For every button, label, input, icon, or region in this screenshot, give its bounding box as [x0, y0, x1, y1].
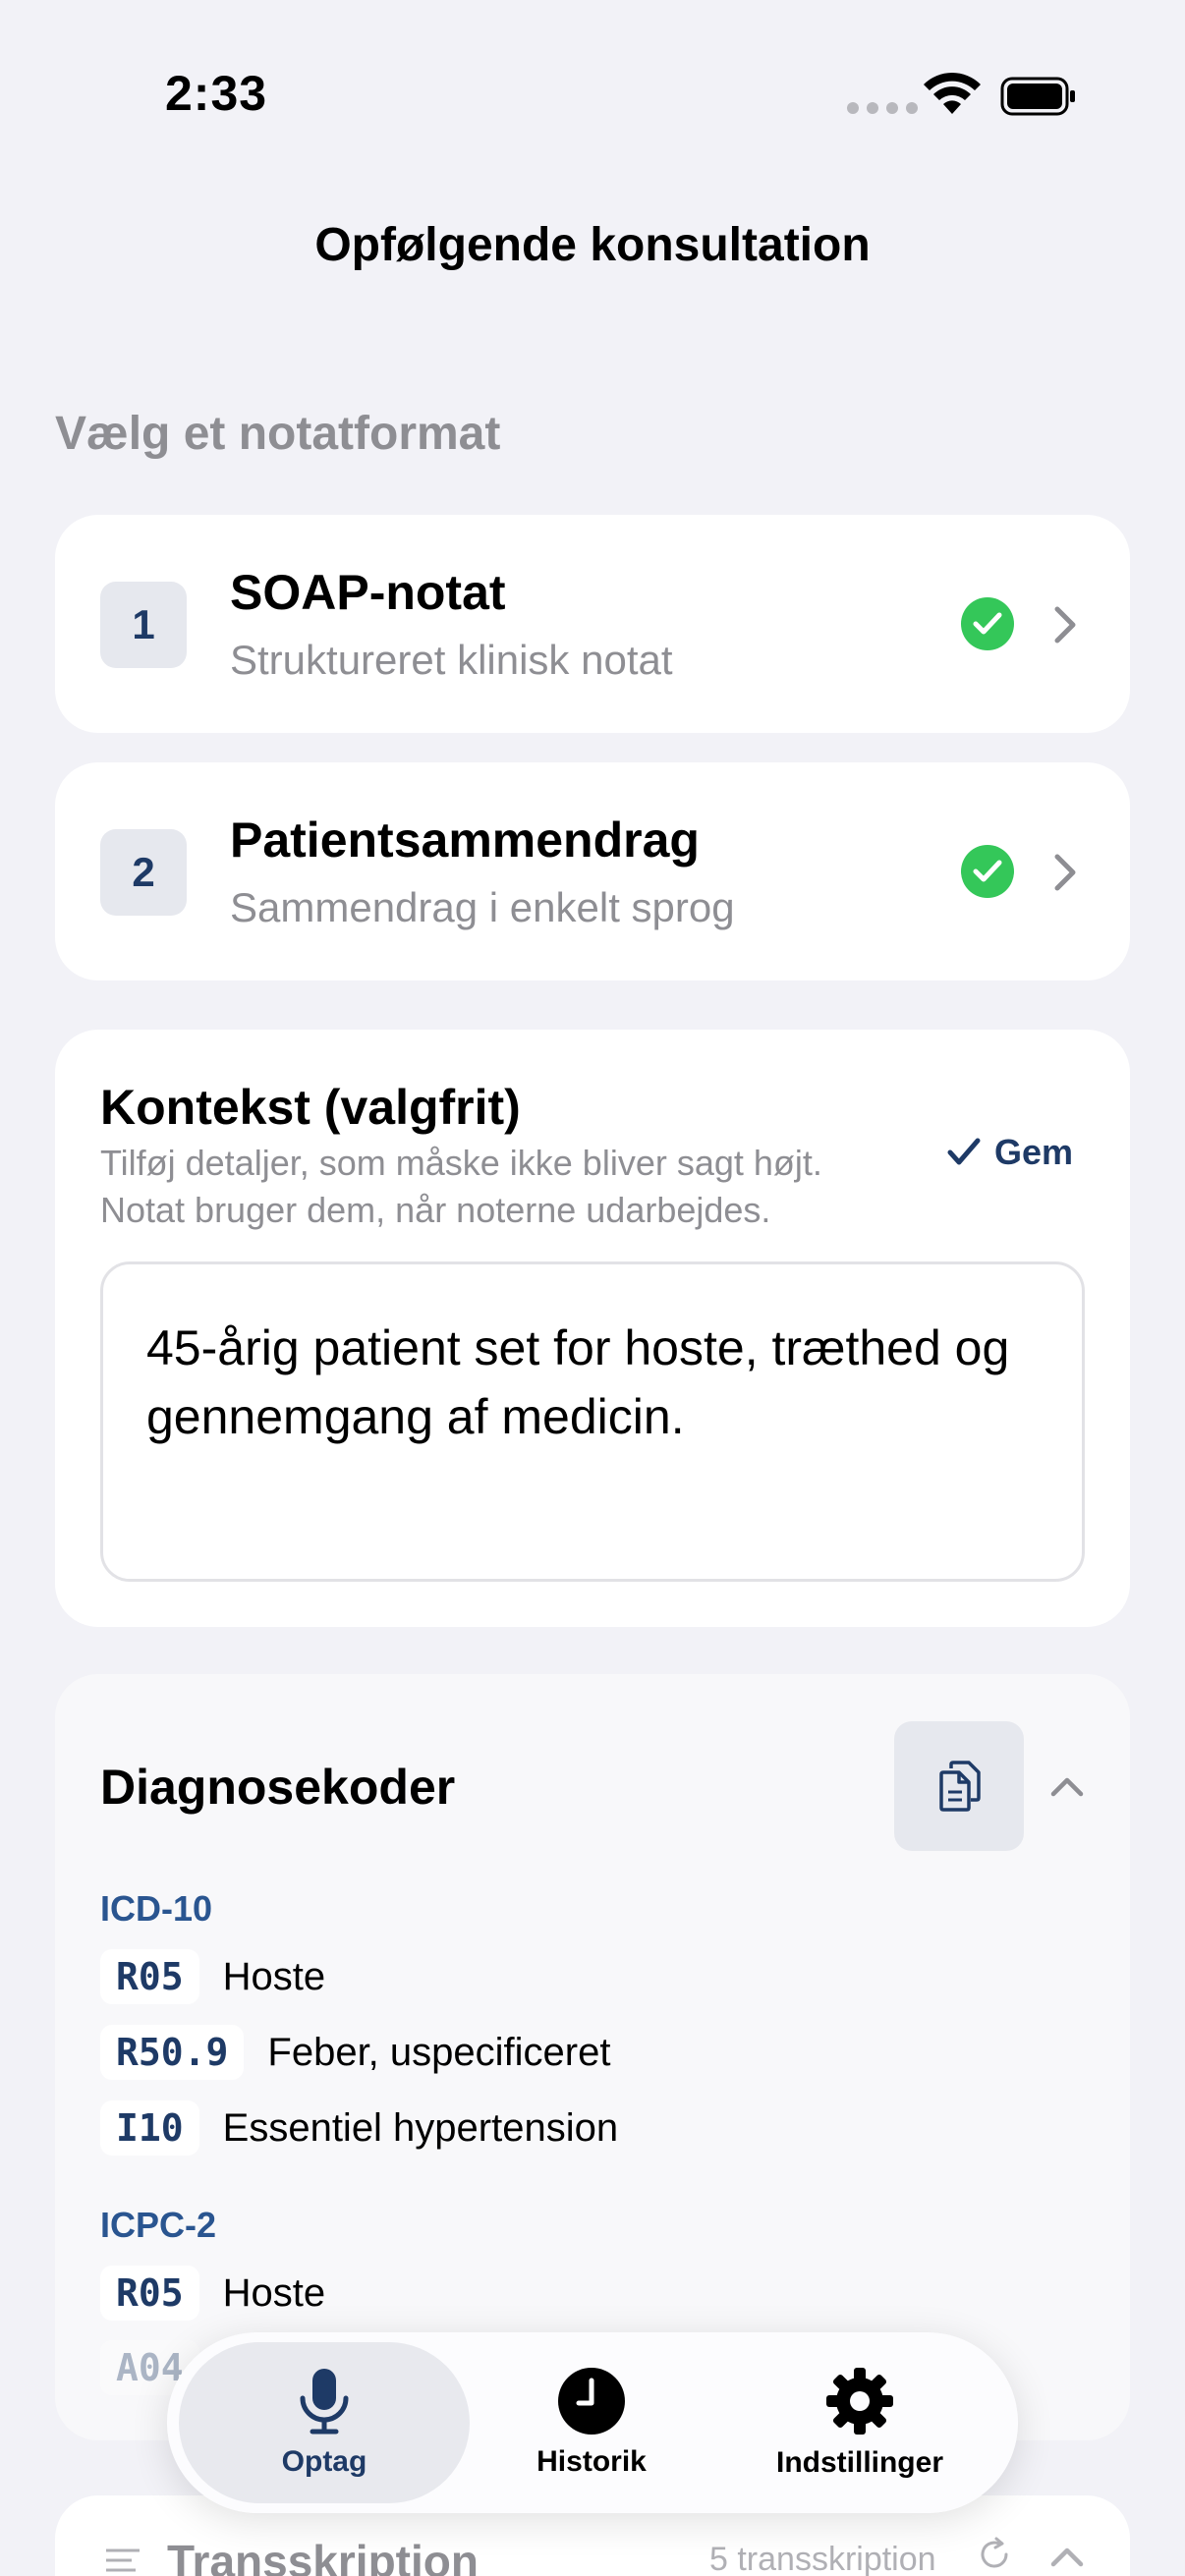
mic-icon [300, 2369, 349, 2435]
tab-label: Indstillinger [775, 2446, 943, 2479]
checkmark-circle-icon [961, 845, 1014, 898]
format-number-badge: 1 [100, 582, 187, 668]
gear-icon [826, 2368, 893, 2435]
code-chip: R05 [100, 1949, 199, 2004]
context-description: Tilføj detaljer, som måske ikke bliver s… [100, 1143, 822, 1230]
copy-icon [939, 1761, 981, 1812]
context-title: Kontekst (valgfrit) [100, 1080, 521, 1135]
chevron-right-icon [1054, 854, 1076, 891]
code-chip: R05 [100, 2266, 199, 2321]
chevron-up-icon[interactable] [1047, 1770, 1087, 1802]
code-system-label: ICD-10 [100, 1888, 213, 1929]
code-row: I10 Essentiel hypertension [100, 2100, 618, 2156]
code-row: R05 Hoste [100, 1949, 325, 2004]
tab-bar: Optag Historik Indstillinger [167, 2332, 1018, 2513]
context-card: Kontekst (valgfrit) Tilføj detaljer, som… [55, 1030, 1130, 1627]
code-description: Essentiel hypertension [222, 2105, 619, 2150]
format-option-patient-summary[interactable]: 2 Patientsammendrag Sammendrag i enkelt … [55, 762, 1130, 980]
transcription-count: 5 transskription [709, 2541, 936, 2576]
code-row: R50.9 Feber, uspecificeret [100, 2025, 610, 2080]
code-description: Hoste [222, 1954, 326, 1998]
transcription-title: Transskription [167, 2536, 479, 2576]
checkmark-circle-icon [961, 597, 1014, 650]
battery-icon [1000, 77, 1075, 116]
tab-label: Optag [281, 2445, 367, 2478]
tab-label: Historik [536, 2445, 647, 2478]
code-chip: R50.9 [100, 2025, 245, 2080]
code-description: Hoste [222, 2270, 326, 2315]
code-chip: I10 [100, 2100, 199, 2156]
tab-optag[interactable]: Optag [179, 2342, 470, 2503]
copy-codes-button[interactable] [894, 1721, 1024, 1851]
format-subtitle: Sammendrag i enkelt sprog [230, 884, 735, 930]
text-lines-icon [106, 2548, 140, 2572]
page-title: Opfølgende konsultation [314, 219, 871, 271]
wifi-icon [924, 72, 981, 114]
format-subtitle: Struktureret klinisk notat [230, 637, 673, 683]
chevron-right-icon [1054, 606, 1076, 644]
format-title: Patientsammendrag [230, 812, 700, 868]
save-label: Gem [994, 1132, 1074, 1172]
refresh-icon[interactable] [977, 2537, 1012, 2572]
format-number-badge: 2 [100, 829, 187, 916]
format-section-header: Vælg et notatformat [55, 408, 501, 460]
cellular-signal-icon [847, 102, 918, 114]
diagnosis-title: Diagnosekoder [100, 1760, 456, 1815]
format-option-soap[interactable]: 1 SOAP-notat Struktureret klinisk notat [55, 515, 1130, 733]
clock-icon [558, 2368, 625, 2435]
tab-historik[interactable]: Historik [501, 2342, 682, 2503]
code-description: Feber, uspecificeret [267, 2030, 611, 2074]
chevron-up-icon[interactable] [1047, 2541, 1087, 2572]
status-time: 2:33 [165, 66, 268, 121]
tab-indstillinger[interactable]: Indstillinger [747, 2342, 973, 2503]
code-system-label: ICPC-2 [100, 2205, 217, 2245]
context-textarea[interactable]: 45-årig patient set for hoste, træthed o… [100, 1261, 1085, 1582]
code-row: R05 Hoste [100, 2266, 325, 2321]
format-title: SOAP-notat [230, 565, 506, 620]
save-context-button[interactable]: Gem [947, 1132, 1073, 1173]
diagnosis-codes-card: Diagnosekoder ICD-10 R05 Hoste R50.9 Feb… [55, 1674, 1130, 2440]
checkmark-icon [947, 1138, 981, 1165]
